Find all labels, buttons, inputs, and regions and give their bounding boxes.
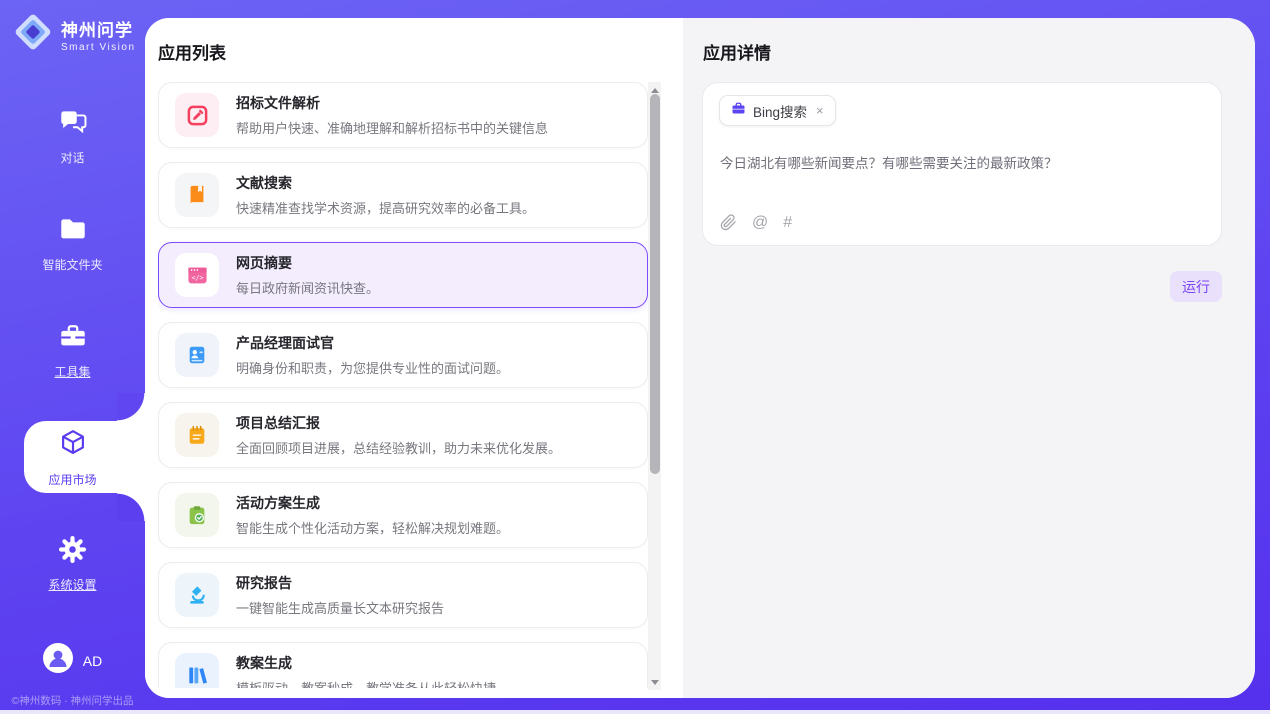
diamond-logo-icon [12, 11, 54, 58]
app-card-title: 网页摘要 [236, 253, 379, 273]
app-list-title: 应用列表 [158, 39, 226, 64]
prompt-editor-card[interactable]: Bing搜索 × 今日湖北有哪些新闻要点？有哪些需要关注的最新政策？ @ # [702, 82, 1222, 246]
app-card-description: 帮助用户快速、准确地理解和解析招标书中的关键信息 [236, 118, 548, 137]
run-button[interactable]: 运行 [1170, 271, 1222, 302]
browser-code-icon: </> [175, 253, 219, 297]
hash-icon[interactable]: # [783, 215, 792, 231]
app-card-description: 一键智能生成高质量长文本研究报告 [236, 598, 444, 617]
gear-icon [58, 535, 87, 569]
tag-close-icon[interactable]: × [816, 103, 824, 118]
mention-icon[interactable]: @ [752, 215, 768, 231]
briefcase-icon [731, 101, 746, 121]
app-card-description: 全面回顾项目进展，总结经验教训，助力未来优化发展。 [236, 438, 561, 457]
app-card-title: 教案生成 [236, 653, 496, 673]
bottom-edge-strip [0, 710, 1270, 714]
edit-square-icon [175, 93, 219, 137]
tool-tag-bing-search[interactable]: Bing搜索 × [719, 95, 836, 126]
sidebar-item-label: 系统设置 [48, 576, 96, 593]
notepad-icon [175, 413, 219, 457]
clipboard-check-icon [175, 493, 219, 537]
copyright-footer: ©神州数码 · 神州问学出品 [0, 693, 145, 708]
app-card-description: 每日政府新闻资讯快查。 [236, 278, 379, 297]
sidebar-item-系统设置[interactable]: 系统设置 [0, 528, 145, 600]
svg-text:</>: </> [191, 274, 203, 282]
sidebar-item-label: 工具集 [54, 363, 90, 380]
sidebar-item-智能文件夹[interactable]: 智能文件夹 [0, 207, 145, 279]
books-icon [175, 653, 219, 688]
brand-logo: 神州问学 Smart Vision [12, 11, 136, 58]
chat-icon [58, 107, 88, 142]
scroll-down-arrow-icon[interactable] [648, 676, 661, 688]
brand-name: 神州问学 [61, 16, 136, 41]
scrollbar-thumb[interactable] [650, 94, 660, 474]
sidebar-item-应用市场[interactable]: 应用市场 [0, 421, 145, 493]
app-card[interactable]: </> 网页摘要 每日政府新闻资讯快查。 [158, 242, 648, 308]
microscope-icon [175, 573, 219, 617]
app-list-scrollbar[interactable] [648, 82, 661, 690]
sidebar-nav: 对话 智能文件夹 工具集 应用市场 系统设置 [0, 100, 145, 635]
brand-subtitle: Smart Vision [61, 42, 136, 53]
app-card[interactable]: 招标文件解析 帮助用户快速、准确地理解和解析招标书中的关键信息 [158, 82, 648, 148]
app-detail-panel: 应用详情 Bing搜索 × 今日湖北有哪些新闻要点？有哪些需要关注的最新政策？ [683, 18, 1255, 698]
app-card-description: 快速精准查找学术资源，提高研究效率的必备工具。 [236, 198, 535, 217]
query-text[interactable]: 今日湖北有哪些新闻要点？有哪些需要关注的最新政策？ [720, 152, 1205, 172]
paperclip-icon[interactable] [720, 214, 737, 231]
sidebar-item-工具集[interactable]: 工具集 [0, 314, 145, 386]
app-card[interactable]: 项目总结汇报 全面回顾项目进展，总结经验教训，助力未来优化发展。 [158, 402, 648, 468]
resume-icon [175, 333, 219, 377]
main-content: 应用列表 招标文件解析 帮助用户快速、准确地理解和解析招标书中的关键信息 文献搜… [145, 18, 1255, 698]
folder-icon [58, 214, 88, 249]
app-card[interactable]: 教案生成 模板驱动，教案秒成，教学准备从此轻松快捷 [158, 642, 648, 688]
book-icon [175, 173, 219, 217]
app-detail-title: 应用详情 [703, 39, 771, 64]
app-card[interactable]: 活动方案生成 智能生成个性化活动方案，轻松解决规划难题。 [158, 482, 648, 548]
toolbox-icon [58, 321, 88, 356]
bubble-corner-top [117, 393, 145, 421]
app-card-description: 明确身份和职责，为您提供专业性的面试问题。 [236, 358, 509, 377]
sidebar-item-label: 智能文件夹 [42, 256, 102, 273]
cube-icon [57, 427, 89, 464]
app-window: 神州问学 Smart Vision 对话 智能文件夹 工具集 应用市场 系统设置 [0, 0, 1270, 714]
app-card-title: 招标文件解析 [236, 93, 548, 113]
app-card-title: 产品经理面试官 [236, 333, 509, 353]
sidebar: 神州问学 Smart Vision 对话 智能文件夹 工具集 应用市场 系统设置 [0, 0, 145, 714]
app-card[interactable]: 产品经理面试官 明确身份和职责，为您提供专业性的面试问题。 [158, 322, 648, 388]
tool-tag-label: Bing搜索 [753, 101, 807, 121]
user-account[interactable]: AD [0, 643, 145, 678]
app-card[interactable]: 文献搜索 快速精准查找学术资源，提高研究效率的必备工具。 [158, 162, 648, 228]
app-list-panel: 应用列表 招标文件解析 帮助用户快速、准确地理解和解析招标书中的关键信息 文献搜… [145, 18, 683, 698]
app-card-title: 活动方案生成 [236, 493, 509, 513]
app-card-title: 文献搜索 [236, 173, 535, 193]
bubble-corner-bottom [117, 493, 145, 521]
app-card-title: 研究报告 [236, 573, 444, 593]
editor-action-icons: @ # [720, 214, 792, 231]
sidebar-item-对话[interactable]: 对话 [0, 100, 145, 172]
app-card-description: 模板驱动，教案秒成，教学准备从此轻松快捷 [236, 678, 496, 688]
avatar [43, 643, 73, 678]
app-card-description: 智能生成个性化活动方案，轻松解决规划难题。 [236, 518, 509, 537]
user-initials: AD [83, 653, 102, 669]
sidebar-item-label: 对话 [60, 149, 84, 166]
sidebar-item-label: 应用市场 [48, 471, 96, 488]
app-list-viewport: 招标文件解析 帮助用户快速、准确地理解和解析招标书中的关键信息 文献搜索 快速精… [158, 82, 648, 688]
app-card[interactable]: 研究报告 一键智能生成高质量长文本研究报告 [158, 562, 648, 628]
app-card-title: 项目总结汇报 [236, 413, 561, 433]
